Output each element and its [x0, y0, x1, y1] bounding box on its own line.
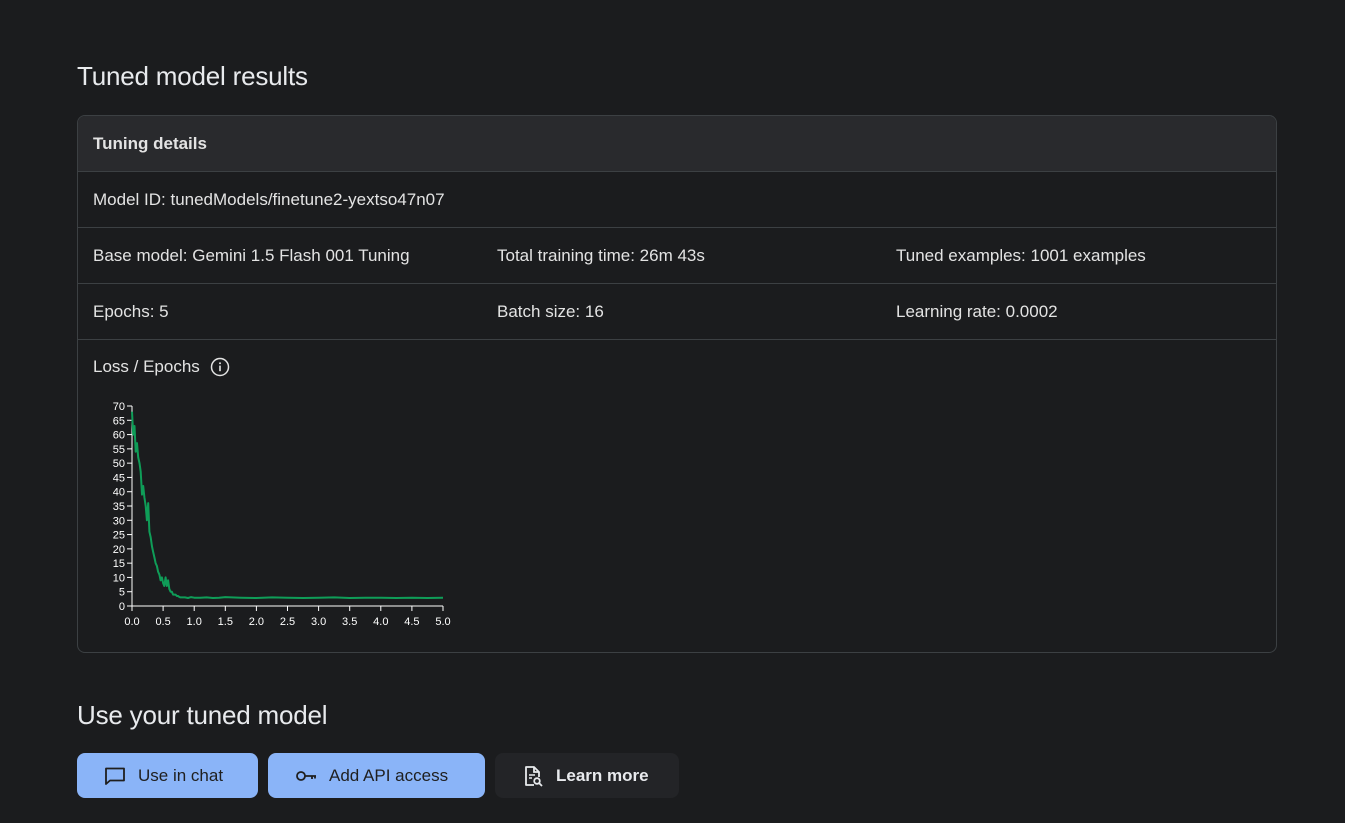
epochs: Epochs: 5 — [93, 301, 169, 321]
x-tick-label: 0.0 — [124, 616, 139, 628]
y-tick-label: 0 — [119, 601, 125, 613]
x-tick-label: 4.0 — [373, 616, 388, 628]
chart-title-wrap: Loss / Epochs — [93, 356, 1276, 378]
y-tick-label: 5 — [119, 587, 125, 599]
use-in-chat-label: Use in chat — [138, 765, 224, 785]
base-model: Base model: Gemini 1.5 Flash 001 Tuning — [93, 245, 410, 265]
tuned-model-page: Tuned model results Tuning details Model… — [0, 0, 1345, 823]
learning-rate: Learning rate: 0.0002 — [896, 301, 1058, 321]
x-tick-label: 0.5 — [155, 616, 170, 628]
x-tick-label: 5.0 — [435, 616, 450, 628]
x-tick-label: 1.0 — [187, 616, 202, 628]
y-tick-label: 70 — [113, 401, 125, 413]
x-tick-label: 2.5 — [280, 616, 295, 628]
hyperparameters-row: Epochs: 5 Batch size: 16 Learning rate: … — [78, 284, 1276, 340]
learn-more-button[interactable]: Learn more — [495, 753, 679, 798]
x-tick-label: 3.5 — [342, 616, 357, 628]
tuning-details-header: Tuning details — [78, 116, 1276, 172]
training-time: Total training time: 26m 43s — [497, 245, 705, 265]
y-tick-label: 50 — [113, 458, 125, 470]
batch-size: Batch size: 16 — [497, 301, 604, 321]
y-tick-label: 40 — [113, 487, 125, 499]
y-tick-label: 20 — [113, 544, 125, 556]
action-buttons: Use in chat Add API access Learn more — [77, 753, 679, 798]
loss-chart: 0 5 10 15 20 25 30 35 40 45 50 55 60 65 70 0.0 0.5 1.0 1.5… — [113, 401, 451, 628]
y-tick-label: 35 — [113, 501, 125, 513]
loss-series-line — [131, 411, 444, 599]
y-tick-label: 60 — [113, 430, 125, 442]
learn-more-label: Learn more — [556, 765, 649, 785]
y-tick-label: 30 — [113, 515, 125, 527]
x-tick-label: 3.0 — [311, 616, 326, 628]
y-tick-label: 65 — [113, 415, 125, 427]
x-tick-label: 1.5 — [218, 616, 233, 628]
x-tick-label: 4.5 — [404, 616, 419, 628]
model-info-row: Base model: Gemini 1.5 Flash 001 Tuning … — [78, 228, 1276, 284]
y-tick-label: 10 — [113, 572, 125, 584]
model-id: Model ID: tunedModels/finetune2-yextso47… — [93, 189, 445, 209]
results-title: Tuned model results — [77, 61, 308, 91]
use-in-chat-button[interactable]: Use in chat — [77, 753, 258, 798]
document-search-icon — [521, 764, 545, 788]
loss-chart-section: Loss / Epochs 0 5 10 15 20 25 30 35 40 45 50 55 60 65… — [78, 340, 1276, 628]
add-api-access-label: Add API access — [329, 765, 449, 785]
use-model-title: Use your tuned model — [77, 700, 328, 730]
add-api-access-button[interactable]: Add API access — [268, 753, 485, 798]
info-icon[interactable] — [210, 357, 230, 377]
key-icon — [294, 764, 318, 788]
tuned-examples: Tuned examples: 1001 examples — [896, 245, 1146, 265]
chat-icon — [103, 764, 127, 788]
x-tick-label: 2.0 — [249, 616, 264, 628]
y-tick-label: 45 — [113, 472, 125, 484]
y-tick-label: 55 — [113, 444, 125, 456]
y-tick-label: 15 — [113, 558, 125, 570]
chart-title: Loss / Epochs — [93, 357, 200, 376]
model-id-row: Model ID: tunedModels/finetune2-yextso47… — [78, 172, 1276, 228]
tuning-details-card: Tuning details Model ID: tunedModels/fin… — [77, 115, 1277, 653]
y-tick-label: 25 — [113, 530, 125, 542]
